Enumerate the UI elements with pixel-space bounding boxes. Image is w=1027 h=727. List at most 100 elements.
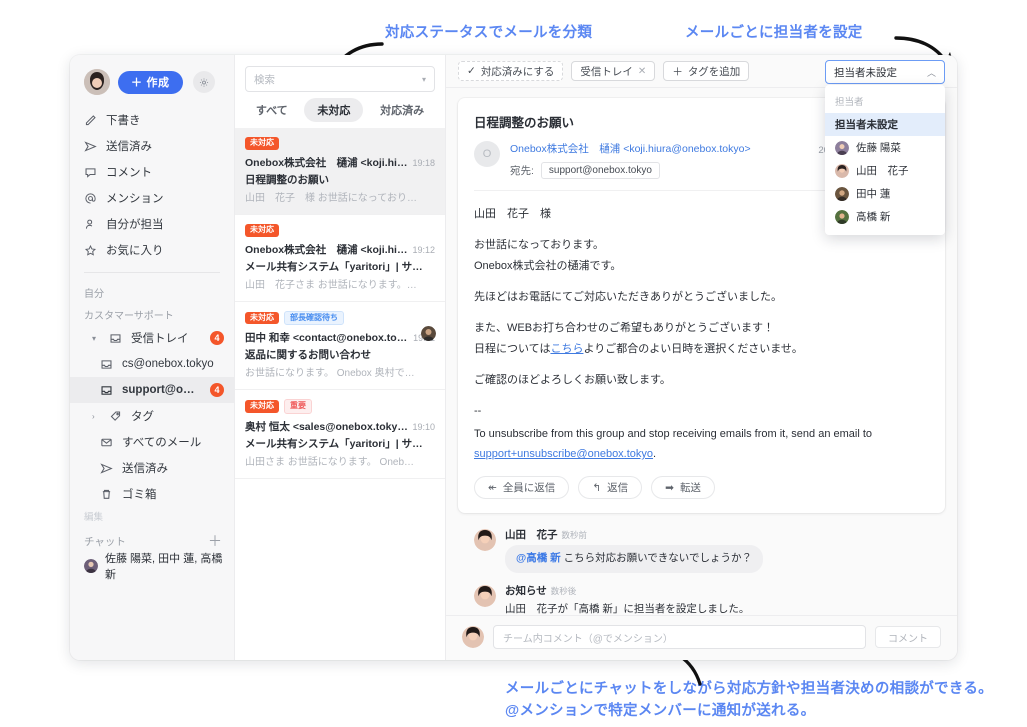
assignee-select-button[interactable]: 担当者未設定 ︿ — [825, 60, 945, 84]
sidebar-item-label: コメント — [106, 167, 152, 179]
sidebar-edit-label[interactable]: 編集 — [70, 507, 234, 523]
sidebar-item-label: 送信済み — [122, 463, 168, 475]
mail-body-unsubscribe: To unsubscribe from this group and stop … — [474, 427, 873, 461]
assignee-option-sato[interactable]: 佐藤 陽菜 — [825, 136, 945, 159]
pencil-icon — [84, 114, 97, 127]
mail-preview: 山田 花子 様 お世話になっており… — [245, 192, 417, 204]
mail-to-label: 宛先: — [510, 165, 534, 177]
sidebar-item-favorites[interactable]: お気に入り — [70, 237, 234, 263]
mail-list-item[interactable]: 未対応 部長確認待ち 田中 和幸 <contact@onebox.tok… 19… — [235, 302, 445, 391]
tab-all[interactable]: すべて — [243, 98, 301, 122]
comment-input[interactable]: チーム内コメント（@でメンション） — [493, 625, 866, 649]
comment-author: 山田 花子 — [505, 529, 558, 542]
sidebar-item-account-support[interactable]: support@o… 4 — [70, 377, 234, 403]
reply-button[interactable]: ↰ 返信 — [578, 476, 643, 500]
trash-icon — [100, 488, 113, 501]
sidebar-item-sent-folder[interactable]: 送信済み — [70, 455, 234, 481]
sidebar-item-trash[interactable]: ゴミ箱 — [70, 481, 234, 507]
folder-chip[interactable]: 受信トレイ ✕ — [571, 61, 656, 81]
tab-unresponded[interactable]: 未対応 — [304, 98, 364, 122]
comment-item: お知らせ 数秒後 山田 花子が「高橋 新」に担当者を設定しました。 — [474, 583, 929, 615]
comment-time: 数秒前 — [561, 530, 588, 541]
inbox-icon — [100, 358, 113, 371]
sidebar-item-comments[interactable]: コメント — [70, 159, 234, 185]
sidebar-item-assigned-to-me[interactable]: 自分が担当 — [70, 211, 234, 237]
add-tag-button[interactable]: ＋ タグを追加 — [663, 61, 750, 81]
sidebar-item-mentions[interactable]: メンション — [70, 185, 234, 211]
sidebar-chat-member[interactable]: 佐藤 陽菜, 田中 蓮, 高橋 新 — [70, 553, 234, 581]
forward-button[interactable]: ➡ 転送 — [651, 476, 715, 500]
mail-sender-address: Onebox株式会社 樋浦 <koji.hiura@onebox.tokyo> — [510, 143, 751, 155]
sidebar-item-label: お気に入り — [106, 245, 164, 257]
check-icon: ✓ — [467, 65, 476, 77]
plus-icon: ＋ — [131, 77, 143, 89]
mark-done-button[interactable]: ✓ 対応済みにする — [458, 61, 564, 81]
sidebar-item-inbox[interactable]: ▾ 受信トレイ 4 — [70, 325, 234, 351]
sidebar-item-drafts[interactable]: 下書き — [70, 107, 234, 133]
avatar — [835, 209, 849, 224]
main-panel: ✓ 対応済みにする 受信トレイ ✕ ＋ タグを追加 担当者未設定 ︿ 担当者 担… — [446, 55, 957, 660]
mail-sender: 田中 和幸 <contact@onebox.tok… — [245, 332, 410, 345]
assignee-option-tanaka[interactable]: 田中 蓮 — [825, 182, 945, 205]
close-icon[interactable]: ✕ — [638, 66, 646, 77]
mail-list-item[interactable]: 未対応 Onebox株式会社 樋浦 <koji.hiur… 19:18 日程調整… — [235, 128, 445, 215]
mail-body-schedule-l1: また、WEBお打ち合わせのご希望もありがとうございます！ — [474, 322, 775, 335]
schedule-link[interactable]: こちら — [550, 343, 583, 355]
mail-list-item[interactable]: 未対応 重要 奥村 恒太 <sales@onebox.tokyo> 19:10 … — [235, 390, 445, 480]
mail-body-intro-text: お世話になっております。 Onebox株式会社の樋浦です。 — [474, 239, 622, 272]
mention-tag[interactable]: @高橋 新 — [516, 552, 561, 564]
tag-row: 未対応 部長確認待ち — [245, 310, 435, 326]
sidebar-item-tags[interactable]: › タグ — [70, 403, 234, 429]
status-badge: 未対応 — [245, 400, 279, 414]
search-placeholder: 検索 — [254, 73, 275, 86]
avatar — [462, 626, 484, 648]
sidebar-item-label: cs@onebox.tokyo — [122, 358, 214, 370]
assignee-option-unassigned[interactable]: 担当者未設定 — [825, 113, 945, 136]
unsubscribe-link[interactable]: support+unsubscribe@onebox.tokyo — [474, 448, 653, 460]
search-input[interactable]: 検索 ▾ — [245, 66, 435, 92]
sidebar-item-sent[interactable]: 送信済み — [70, 133, 234, 159]
mail-list-item[interactable]: 未対応 Onebox株式会社 樋浦 <koji.hiur… 19:12 メール共… — [235, 215, 445, 302]
sidebar-chat-member-label: 佐藤 陽菜, 田中 蓮, 高橋 新 — [105, 553, 223, 581]
mail-body-schedule: また、WEBお打ち合わせのご希望もありがとうございます！ 日程についてはこちらよ… — [474, 318, 929, 359]
submit-comment-button[interactable]: コメント — [875, 626, 941, 648]
comment-icon — [84, 166, 97, 179]
sidebar-item-label: 自分が担当 — [106, 219, 164, 231]
sidebar-nav: 下書き 送信済み コメント メンション 自分が担当 お気に入り — [70, 107, 234, 263]
mail-preview: 山田 花子さま お世話になります。… — [245, 279, 417, 291]
reply-all-button[interactable]: ↞ 全員に返信 — [474, 476, 570, 500]
tag-row: 未対応 — [245, 223, 435, 237]
status-badge: 未対応 — [245, 137, 279, 150]
app-window: ＋ 作成 下書き 送信済み コメント メンション 自分が担当 お気に入り 自分 … — [70, 55, 957, 660]
sidebar-item-label: 下書き — [106, 115, 141, 127]
chevron-right-icon: › — [92, 411, 95, 421]
sidebar-item-account-cs[interactable]: cs@onebox.tokyo — [70, 351, 234, 377]
label-badge: 部長確認待ち — [284, 310, 344, 326]
assignee-option-takahashi[interactable]: 高橋 新 — [825, 205, 945, 228]
avatar — [835, 186, 849, 201]
unread-badge: 4 — [210, 383, 224, 397]
star-icon — [84, 244, 97, 257]
reply-all-icon: ↞ — [488, 481, 497, 494]
tab-responded[interactable]: 対応済み — [367, 98, 437, 122]
avatar[interactable] — [84, 69, 110, 95]
unsubscribe-text: To unsubscribe from this group and stop … — [474, 427, 873, 440]
avatar — [474, 584, 496, 607]
create-button-label: 作成 — [146, 77, 170, 89]
folder-chip-label: 受信トレイ — [580, 65, 633, 78]
sidebar-item-label: メンション — [106, 193, 164, 205]
create-button[interactable]: ＋ 作成 — [118, 70, 183, 94]
reply-icon: ↰ — [592, 481, 602, 494]
tag-icon — [109, 410, 122, 423]
sidebar-chat-label: チャット — [84, 535, 126, 548]
comment-author: お知らせ — [505, 584, 547, 597]
settings-button[interactable] — [192, 71, 215, 93]
chevron-down-icon[interactable]: ▾ — [422, 75, 426, 84]
chevron-up-icon: ︿ — [926, 67, 936, 78]
plus-icon[interactable]: ＋ — [208, 534, 222, 548]
mail-toolbar: ✓ 対応済みにする 受信トレイ ✕ ＋ タグを追加 担当者未設定 ︿ 担当者 担… — [446, 55, 957, 235]
sidebar-item-all-mail[interactable]: すべてのメール — [70, 429, 234, 455]
forward-icon: ➡ — [665, 481, 674, 494]
assignee-option-yamada[interactable]: 山田 花子 — [825, 159, 945, 182]
mail-body-separator: -- — [474, 405, 482, 418]
